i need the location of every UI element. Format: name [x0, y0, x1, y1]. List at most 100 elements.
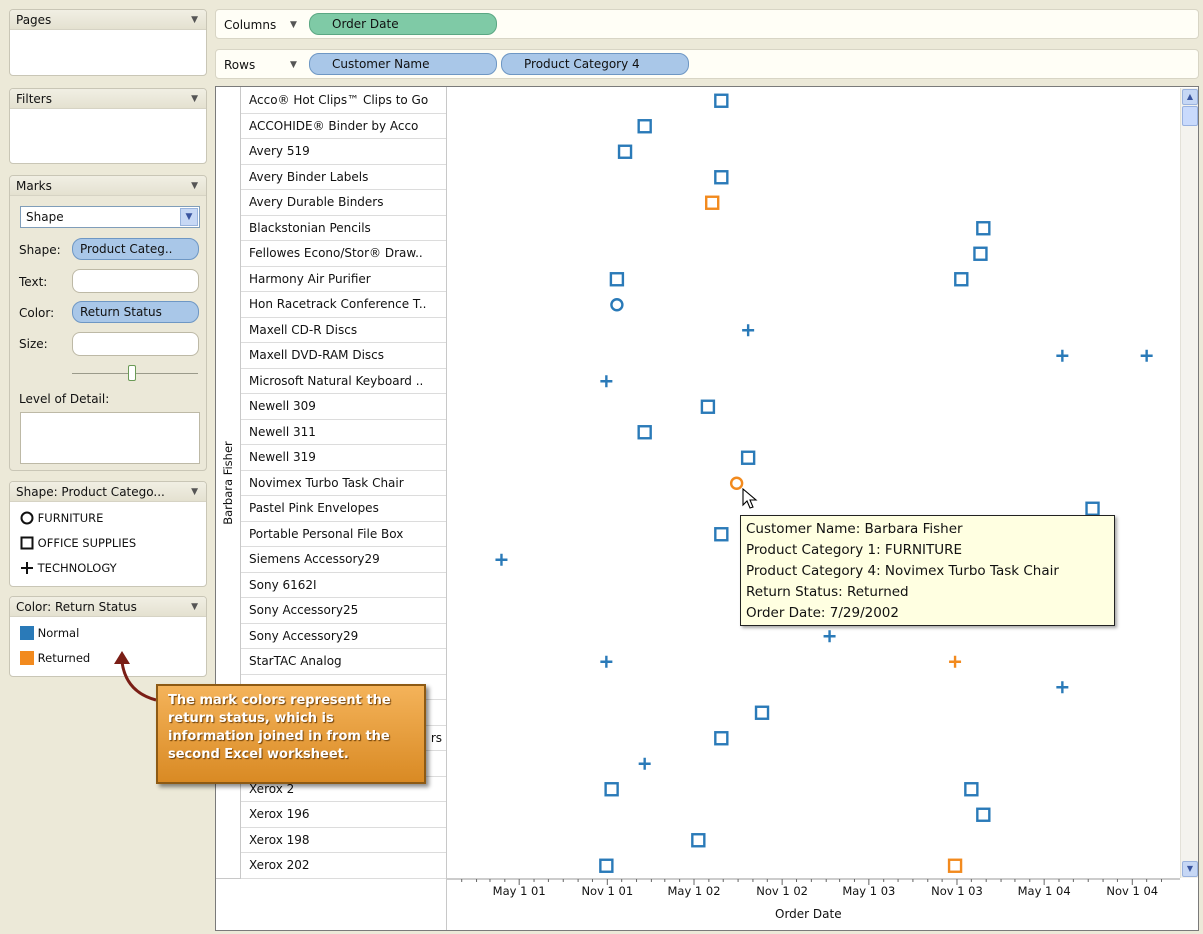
legend-item-label: FURNITURE	[37, 511, 104, 525]
row-header-28[interactable]: Xerox 196	[241, 802, 446, 828]
callout-text: The mark colors represent the return sta…	[168, 693, 391, 762]
chevron-down-icon[interactable]: ▼	[290, 60, 297, 70]
marks-header: Marks ▼	[10, 176, 206, 196]
size-field[interactable]	[72, 332, 199, 356]
data-point-19[interactable]	[714, 527, 729, 542]
row-header-22[interactable]: StarTAC Analog	[241, 649, 446, 675]
row-header-0[interactable]: Acco® Hot Clips™ Clips to Go	[241, 88, 446, 114]
data-point-7[interactable]	[609, 272, 625, 287]
legend-item-normal[interactable]: Normal	[20, 625, 79, 641]
row-header-17[interactable]: Portable Personal File Box	[241, 521, 446, 547]
scroll-thumb[interactable]	[1182, 106, 1198, 126]
row-header-16[interactable]: Pastel Pink Envelopes	[241, 496, 446, 522]
data-point-1[interactable]	[637, 119, 652, 134]
data-point-6[interactable]	[973, 246, 988, 261]
legend-item-returned[interactable]: Returned	[20, 650, 90, 666]
chevron-down-icon[interactable]: ▼	[191, 176, 198, 196]
row-header-13[interactable]: Newell 311	[241, 419, 446, 445]
size-slider-handle[interactable]	[128, 365, 136, 381]
row-header-6[interactable]: Fellowes Econo/Stor® Draw..	[241, 241, 446, 267]
legend-item-furniture[interactable]: FURNITURE	[20, 510, 103, 526]
color-field[interactable]: Return Status	[72, 301, 199, 323]
color-legend-title: Color: Return Status	[16, 600, 137, 614]
chevron-down-icon[interactable]: ▼	[191, 597, 198, 617]
circle-icon	[20, 511, 34, 525]
data-point-28[interactable]	[604, 782, 619, 797]
data-point-27[interactable]	[638, 757, 651, 770]
tooltip-line: Order Date: 7/29/2002	[746, 605, 899, 621]
data-point-17[interactable]	[729, 476, 744, 490]
data-point-33[interactable]	[947, 858, 963, 873]
row-header-8[interactable]: Hon Racetrack Conference T..	[241, 292, 446, 318]
data-point-8[interactable]	[954, 272, 969, 287]
data-point-0[interactable]	[714, 93, 729, 108]
scroll-down-button[interactable]: ▼	[1182, 861, 1198, 877]
data-point-31[interactable]	[691, 833, 706, 848]
filters-card[interactable]: Filters ▼	[9, 88, 207, 164]
row-header-14[interactable]: Newell 319	[241, 445, 446, 471]
data-point-11[interactable]	[1056, 349, 1069, 362]
data-point-22[interactable]	[600, 655, 613, 668]
x-tick-label: Nov 1 01	[581, 884, 634, 898]
data-point-30[interactable]	[976, 807, 991, 822]
row-header-2[interactable]: Avery 519	[241, 139, 446, 165]
row-header-20[interactable]: Sony Accessory25	[241, 598, 446, 624]
text-field[interactable]	[72, 269, 199, 293]
data-point-23[interactable]	[949, 655, 962, 668]
product-category-4-pill[interactable]: Product Category 4	[501, 53, 689, 75]
row-header-10[interactable]: Maxell DVD-RAM Discs	[241, 343, 446, 369]
row-header-12[interactable]: Newell 309	[241, 394, 446, 420]
chevron-down-icon[interactable]: ▼	[180, 208, 198, 226]
chevron-down-icon[interactable]: ▼	[191, 482, 198, 502]
row-header-21[interactable]: Sony Accessory29	[241, 623, 446, 649]
row-header-4[interactable]: Avery Durable Binders	[241, 190, 446, 216]
row-header-3[interactable]: Avery Binder Labels	[241, 164, 446, 190]
rows-shelf[interactable]: Rows ▼ Customer Name Product Category 4	[215, 49, 1199, 79]
chevron-down-icon[interactable]: ▼	[191, 89, 198, 109]
scroll-up-button[interactable]: ▲	[1182, 89, 1198, 105]
row-header-19[interactable]: Sony 6162I	[241, 572, 446, 598]
data-point-26[interactable]	[714, 731, 729, 746]
row-header-11[interactable]: Microsoft Natural Keyboard ..	[241, 368, 446, 394]
row-header-7[interactable]: Harmony Air Purifier	[241, 266, 446, 292]
data-point-32[interactable]	[599, 858, 614, 873]
row-header-30[interactable]: Xerox 202	[241, 853, 446, 879]
data-point-4[interactable]	[705, 195, 720, 210]
data-point-21[interactable]	[823, 630, 836, 643]
row-header-15[interactable]: Novimex Turbo Task Chair	[241, 470, 446, 496]
lod-field[interactable]	[20, 412, 200, 464]
data-point-18[interactable]	[1085, 501, 1100, 516]
row-header-18[interactable]: Siemens Accessory29	[241, 547, 446, 573]
data-point-29[interactable]	[964, 782, 979, 797]
data-point-10[interactable]	[742, 324, 755, 337]
row-header-5[interactable]: Blackstonian Pencils	[241, 215, 446, 241]
customer-name-pill[interactable]: Customer Name	[309, 53, 497, 75]
data-point-3[interactable]	[714, 170, 729, 185]
data-point-9[interactable]	[610, 298, 624, 312]
chevron-down-icon[interactable]: ▼	[290, 20, 297, 30]
row-header-29[interactable]: Xerox 198	[241, 827, 446, 853]
filters-title: Filters	[16, 92, 52, 106]
data-point-13[interactable]	[600, 375, 613, 388]
columns-shelf[interactable]: Columns ▼ Order Date	[215, 9, 1199, 39]
data-point-24[interactable]	[1056, 681, 1069, 694]
size-label: Size:	[19, 337, 48, 351]
chevron-down-icon[interactable]: ▼	[191, 10, 198, 30]
data-point-12[interactable]	[1140, 349, 1153, 362]
data-point-14[interactable]	[700, 399, 716, 414]
legend-item-office-supplies[interactable]: OFFICE SUPPLIES	[20, 535, 136, 551]
data-point-15[interactable]	[637, 425, 652, 440]
legend-item-technology[interactable]: TECHNOLOGY	[20, 560, 117, 576]
shape-field[interactable]: Product Categ..	[72, 238, 199, 260]
row-header-1[interactable]: ACCOHIDE® Binder by Acco	[241, 113, 446, 139]
row-header-9[interactable]: Maxell CD-R Discs	[241, 317, 446, 343]
data-point-2[interactable]	[617, 144, 633, 159]
data-point-16[interactable]	[740, 450, 756, 465]
pages-card[interactable]: Pages ▼	[9, 9, 207, 76]
data-point-5[interactable]	[976, 221, 991, 236]
mark-type-select[interactable]: Shape ▼	[20, 206, 200, 228]
order-date-pill[interactable]: Order Date	[309, 13, 497, 35]
vertical-scrollbar[interactable]: ▲ ▼	[1180, 88, 1198, 878]
data-point-20[interactable]	[495, 553, 508, 566]
data-point-25[interactable]	[754, 705, 770, 720]
